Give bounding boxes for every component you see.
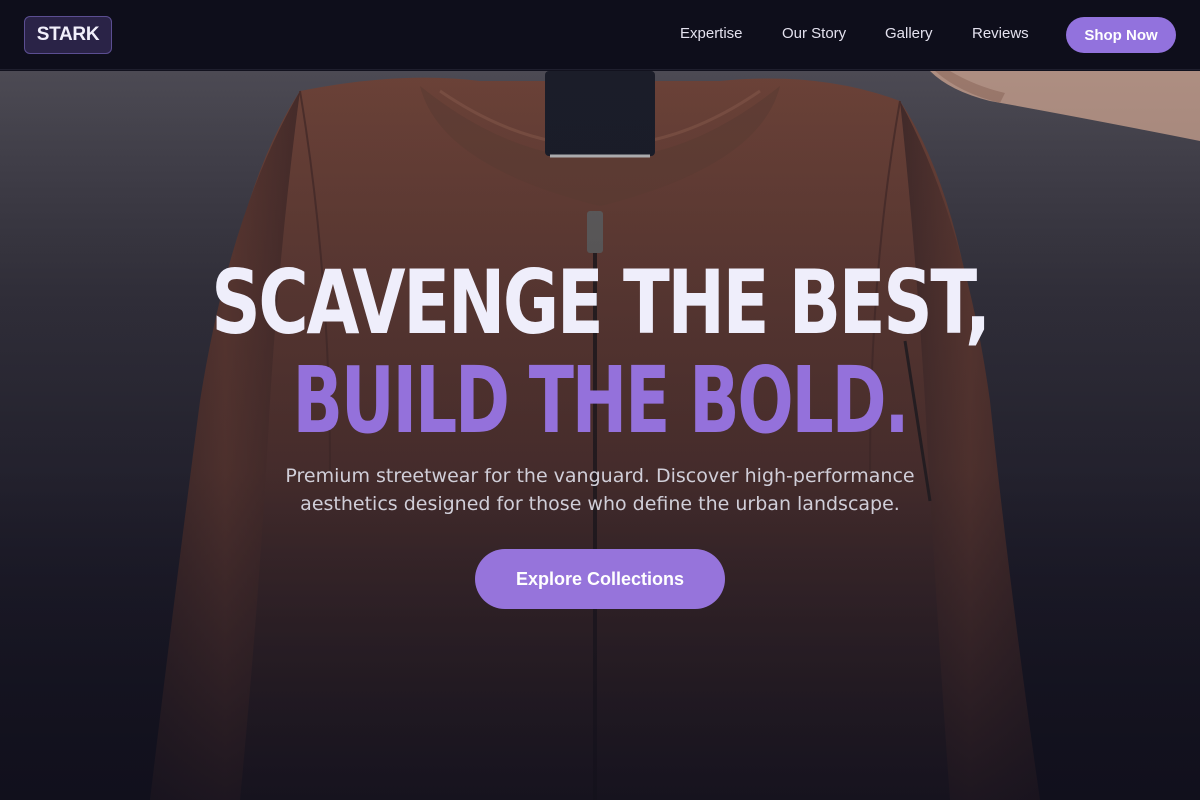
- shop-now-button[interactable]: Shop Now: [1066, 17, 1176, 53]
- hero-headline-line2: BUILD THE BOLD.: [292, 347, 910, 454]
- nav-link-reviews[interactable]: Reviews: [972, 25, 1029, 42]
- hero-subtitle: Premium streetwear for the vanguard. Dis…: [250, 462, 950, 518]
- nav-link-expertise[interactable]: Expertise: [680, 25, 743, 42]
- hero-section: SCAVENGE THE BEST, BUILD THE BOLD. Premi…: [0, 71, 1200, 800]
- hero-subtitle-line1: Premium streetwear for the vanguard. Dis…: [285, 465, 915, 487]
- hero-subtitle-line2: aesthetics designed for those who define…: [300, 493, 900, 515]
- nav-link-our-story[interactable]: Our Story: [782, 25, 846, 42]
- nav-link-gallery[interactable]: Gallery: [885, 25, 933, 42]
- hero-headline-line1: SCAVENGE THE BEST,: [211, 251, 991, 354]
- explore-collections-button[interactable]: Explore Collections: [475, 549, 725, 609]
- main-nav: Expertise Our Story Gallery Reviews: [0, 0, 1200, 70]
- site-header: STARK Expertise Our Story Gallery Review…: [0, 0, 1200, 70]
